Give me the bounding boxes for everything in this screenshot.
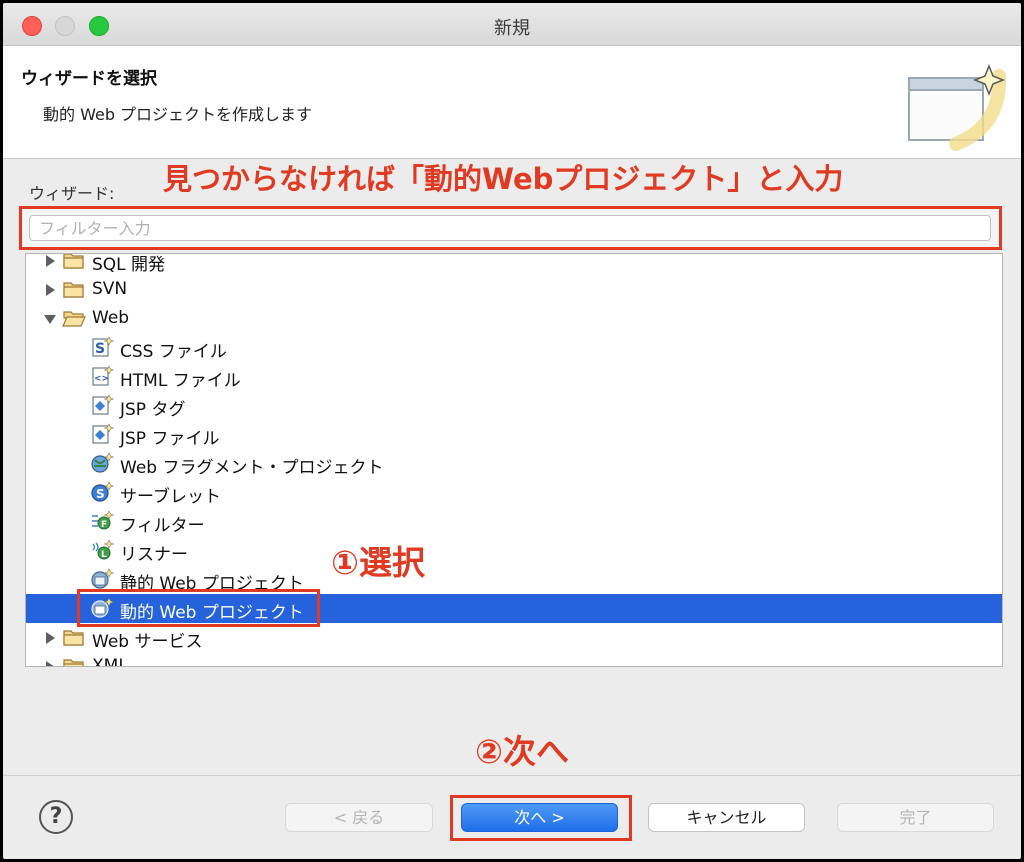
folder-icon <box>62 626 86 648</box>
tree-item[interactable]: Web <box>26 304 1002 333</box>
jsp-tag-icon <box>90 394 115 416</box>
tree-item-label: JSP タグ <box>120 400 186 420</box>
new-wizard-dialog: 新規 ウィザードを選択 動的 Web プロジェクトを作成します ウィザード: 見… <box>3 3 1021 859</box>
finish-button[interactable]: 完了 <box>837 803 994 832</box>
wizard-page-description: 動的 Web プロジェクトを作成します <box>43 105 313 124</box>
html-file-icon: <> <box>90 365 115 387</box>
title-bar: 新規 <box>3 3 1021 46</box>
annotation-step1: ①選択 <box>331 543 425 582</box>
folder-open-icon <box>62 307 86 329</box>
collapsed-arrow-icon[interactable] <box>43 282 57 296</box>
tree-item-label: HTML ファイル <box>120 371 241 391</box>
tree-item-label: SVN <box>92 279 128 299</box>
tree-item[interactable]: L リスナー <box>26 536 1002 565</box>
folder-icon <box>62 254 86 271</box>
static-web-project-icon <box>90 568 115 590</box>
expanded-arrow-icon[interactable] <box>43 311 57 325</box>
annotation-next-highlight <box>450 795 632 841</box>
footer-divider <box>3 775 1021 776</box>
tree-item[interactable]: Web フラグメント・プロジェクト <box>26 449 1002 478</box>
tree-item[interactable]: F フィルター <box>26 507 1002 536</box>
collapsed-arrow-icon[interactable] <box>43 254 57 267</box>
back-button[interactable]: < 戻る <box>285 803 433 832</box>
folder-icon <box>62 655 86 666</box>
tree-item[interactable]: SQL 開発 <box>26 254 1002 275</box>
tree-item-label: Web サービス <box>92 632 203 652</box>
annotation-filter-highlight <box>19 206 1002 250</box>
help-button[interactable]: ? <box>39 800 73 834</box>
tree-item[interactable]: JSP タグ <box>26 391 1002 420</box>
wizard-page-title: ウィザードを選択 <box>21 69 157 89</box>
tree-item[interactable]: S CSS ファイル <box>26 333 1002 362</box>
tree-item-label: CSS ファイル <box>120 342 227 362</box>
filter-icon: F <box>90 510 115 532</box>
collapsed-arrow-icon[interactable] <box>43 630 57 644</box>
tree-item-label: フィルター <box>120 516 205 536</box>
tree-item[interactable]: SVN <box>26 275 1002 304</box>
tree-item[interactable]: S サーブレット <box>26 478 1002 507</box>
tree-item[interactable]: Web サービス <box>26 623 1002 652</box>
cancel-button[interactable]: キャンセル <box>648 803 805 832</box>
tree-item[interactable]: XML <box>26 652 1002 667</box>
jsp-file-icon <box>90 423 115 445</box>
listener-icon: L <box>90 539 115 561</box>
svg-text:F: F <box>101 520 107 530</box>
svg-text:S: S <box>95 341 105 357</box>
annotation-select-highlight <box>77 589 320 627</box>
tree-item[interactable]: <> HTML ファイル <box>26 362 1002 391</box>
wizard-banner-icon <box>908 63 1007 151</box>
css-file-icon: S <box>90 336 115 358</box>
tree-item-label: リスナー <box>120 545 188 565</box>
svg-text:S: S <box>96 487 105 501</box>
svg-text:<>: <> <box>94 374 109 384</box>
svg-text:L: L <box>101 550 107 560</box>
tree-item[interactable]: JSP ファイル <box>26 420 1002 449</box>
annotation-filter-hint: 見つからなければ「動的Webプロジェクト」と入力 <box>163 162 844 196</box>
collapsed-arrow-icon[interactable] <box>43 659 57 666</box>
folder-icon <box>62 278 86 300</box>
tree-item-label: Web <box>92 308 130 328</box>
web-fragment-project-icon <box>90 452 115 474</box>
tree-item-label: SQL 開発 <box>92 255 166 275</box>
tree-item-label: サーブレット <box>120 487 221 507</box>
filter-input[interactable] <box>29 215 991 241</box>
annotation-step2: ②次へ <box>475 732 569 771</box>
tree-item-label: JSP ファイル <box>120 429 220 449</box>
tree-item-label: XML <box>92 656 128 667</box>
wizard-list-label: ウィザード: <box>29 184 115 203</box>
servlet-icon: S <box>90 481 115 503</box>
tree-item-label: Web フラグメント・プロジェクト <box>120 458 384 478</box>
window-title: 新規 <box>494 18 530 39</box>
wizard-header: ウィザードを選択 動的 Web プロジェクトを作成します <box>3 46 1021 159</box>
